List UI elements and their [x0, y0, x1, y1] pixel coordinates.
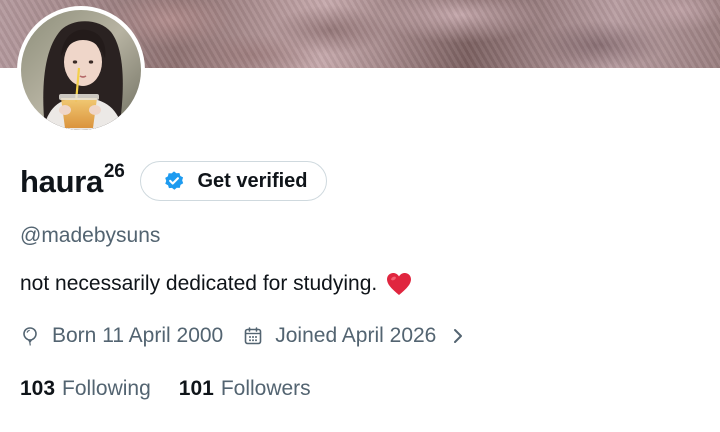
red-heart-emoji-icon	[387, 273, 412, 295]
followers-link[interactable]: 101 Followers	[179, 377, 311, 401]
get-verified-button[interactable]: Get verified	[140, 161, 327, 201]
followers-count: 101	[178, 377, 214, 400]
name-row: haura26 Get verified	[20, 160, 327, 202]
joined-text: Joined April 2026	[275, 324, 437, 347]
following-count: 103	[20, 377, 56, 400]
followers-label: Followers	[220, 377, 311, 400]
calendar-icon	[244, 327, 262, 345]
profile-bio: not necessarily dedicated for studying.	[20, 271, 413, 297]
profile-avatar[interactable]	[17, 6, 145, 134]
avatar-photo	[21, 10, 141, 130]
following-link[interactable]: 103 Following	[20, 377, 151, 401]
display-name-superscript: 26	[103, 160, 125, 182]
display-name: haura26	[20, 162, 125, 199]
balloon-icon	[23, 327, 37, 346]
follow-stats: 103 Following 101 Followers	[20, 374, 311, 404]
chevron-right-icon[interactable]	[450, 326, 466, 346]
profile-handle: @madebysuns	[20, 224, 161, 247]
birthday-item: Born 11 April 2000	[20, 324, 223, 348]
profile-page: haura26 Get verified @madebysuns not nec…	[0, 0, 720, 432]
bio-text: not necessarily dedicated for studying.	[20, 272, 378, 295]
joined-item: Joined April 2026	[243, 324, 436, 348]
birthday-text: Born 11 April 2000	[52, 324, 224, 347]
following-label: Following	[62, 377, 151, 400]
display-name-text: haura	[20, 163, 103, 199]
get-verified-label: Get verified	[197, 169, 308, 192]
profile-meta: Born 11 April 2000 Joined April 2026	[20, 322, 466, 350]
verified-badge-icon	[165, 171, 184, 190]
